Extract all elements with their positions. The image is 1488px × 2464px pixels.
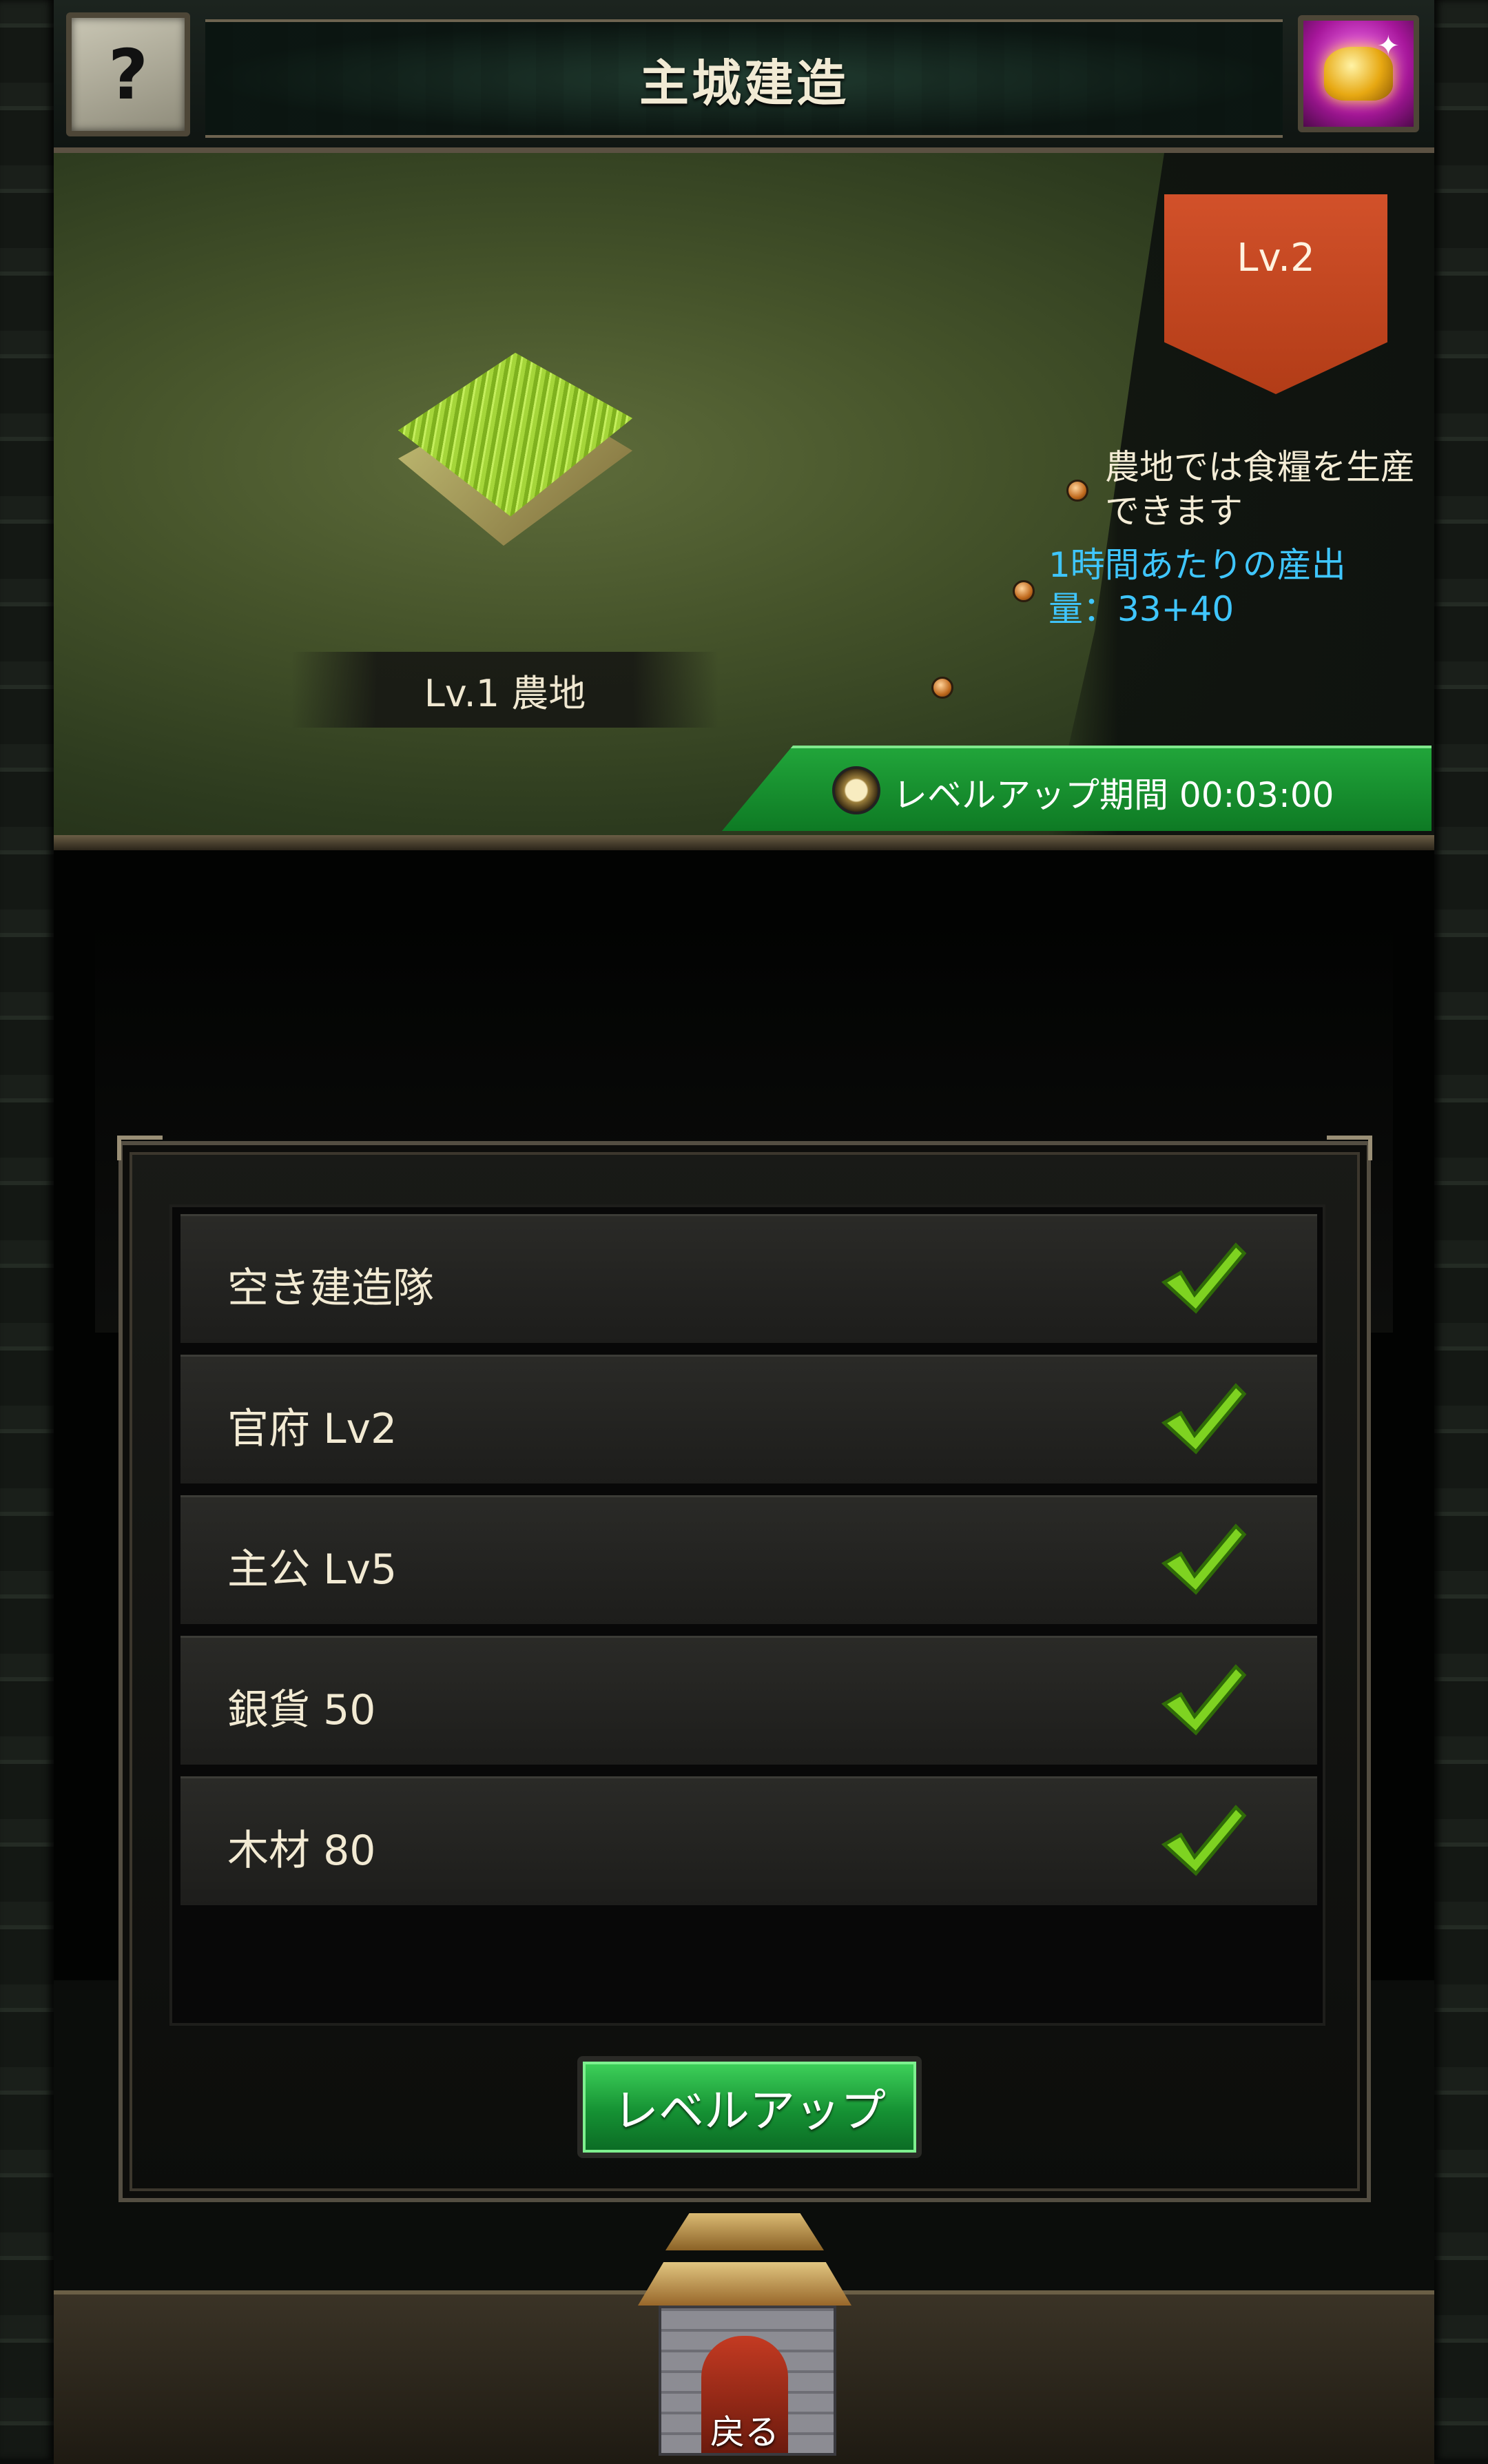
help-icon: ? [107,34,148,115]
bullet-icon [1066,480,1088,502]
next-level-text: Lv.2 [1237,236,1315,280]
description-text: 農地では食糧を生産 できます [1105,445,1429,533]
back-label: 戻る [710,2412,779,2452]
upgrade-time-label: レベルアップ期間 00:03:00 [893,775,1334,815]
requirement-row: 空き建造隊 [180,1214,1317,1343]
requirements-panel: 空き建造隊 官府 Lv2 主公 Lv5 銀貨 50 木材 80 レベルアップ [117,1136,1372,2202]
level-up-button[interactable]: レベルアップ [577,2056,922,2158]
output-line-2: 量：33+40 [1048,589,1234,629]
checkmark-icon [1161,1664,1247,1736]
help-button[interactable]: ? [66,12,190,136]
requirement-row: 木材 80 [180,1776,1317,1905]
output-line-1: 1時間あたりの産出 [1048,545,1346,585]
reward-button[interactable]: ✦ [1298,15,1419,132]
checkmark-icon [1161,1383,1247,1455]
description-line-2: できます [1105,491,1243,531]
requirement-label: 木材 80 [227,1827,376,1875]
next-level-banner: Lv.2 [1157,187,1394,401]
clock-icon [832,766,880,814]
bullet-icon [931,677,953,699]
checkmark-icon [1161,1805,1247,1876]
city-gate-icon [665,2213,824,2250]
back-button[interactable]: 戻る [638,2209,851,2460]
requirements-list: 空き建造隊 官府 Lv2 主公 Lv5 銀貨 50 木材 80 [169,1204,1325,2026]
requirement-label: 銀貨 50 [227,1686,376,1734]
left-frame-border [0,0,54,2460]
requirement-label: 主公 Lv5 [227,1546,397,1594]
requirement-row: 主公 Lv5 [180,1495,1317,1624]
upgrade-time-bar: レベルアップ期間 00:03:00 [722,746,1432,831]
checkmark-icon [1161,1242,1247,1314]
checkmark-icon [1161,1523,1247,1595]
right-frame-border [1434,0,1488,2460]
requirement-row: 銀貨 50 [180,1636,1317,1765]
building-name-label: Lv.1 農地 [291,652,719,728]
farmland-image [384,305,646,566]
description-line-1: 農地では食糧を生産 [1105,447,1415,487]
requirement-label: 空き建造隊 [227,1264,434,1313]
page-title: 主城建造 [639,54,849,112]
header-bar: 主城建造 ? ✦ [54,0,1434,153]
requirement-row: 官府 Lv2 [180,1355,1317,1483]
sparkle-icon: ✦ [1376,30,1400,62]
output-text: 1時間あたりの産出 量：33+40 [1048,543,1420,631]
building-preview: Lv.1 農地 Lv.2 農地では食糧を生産 できます 1時間あたりの産出 量：… [54,153,1434,835]
bullet-icon [1013,580,1035,602]
requirement-label: 官府 Lv2 [227,1405,397,1453]
divider [54,835,1434,850]
